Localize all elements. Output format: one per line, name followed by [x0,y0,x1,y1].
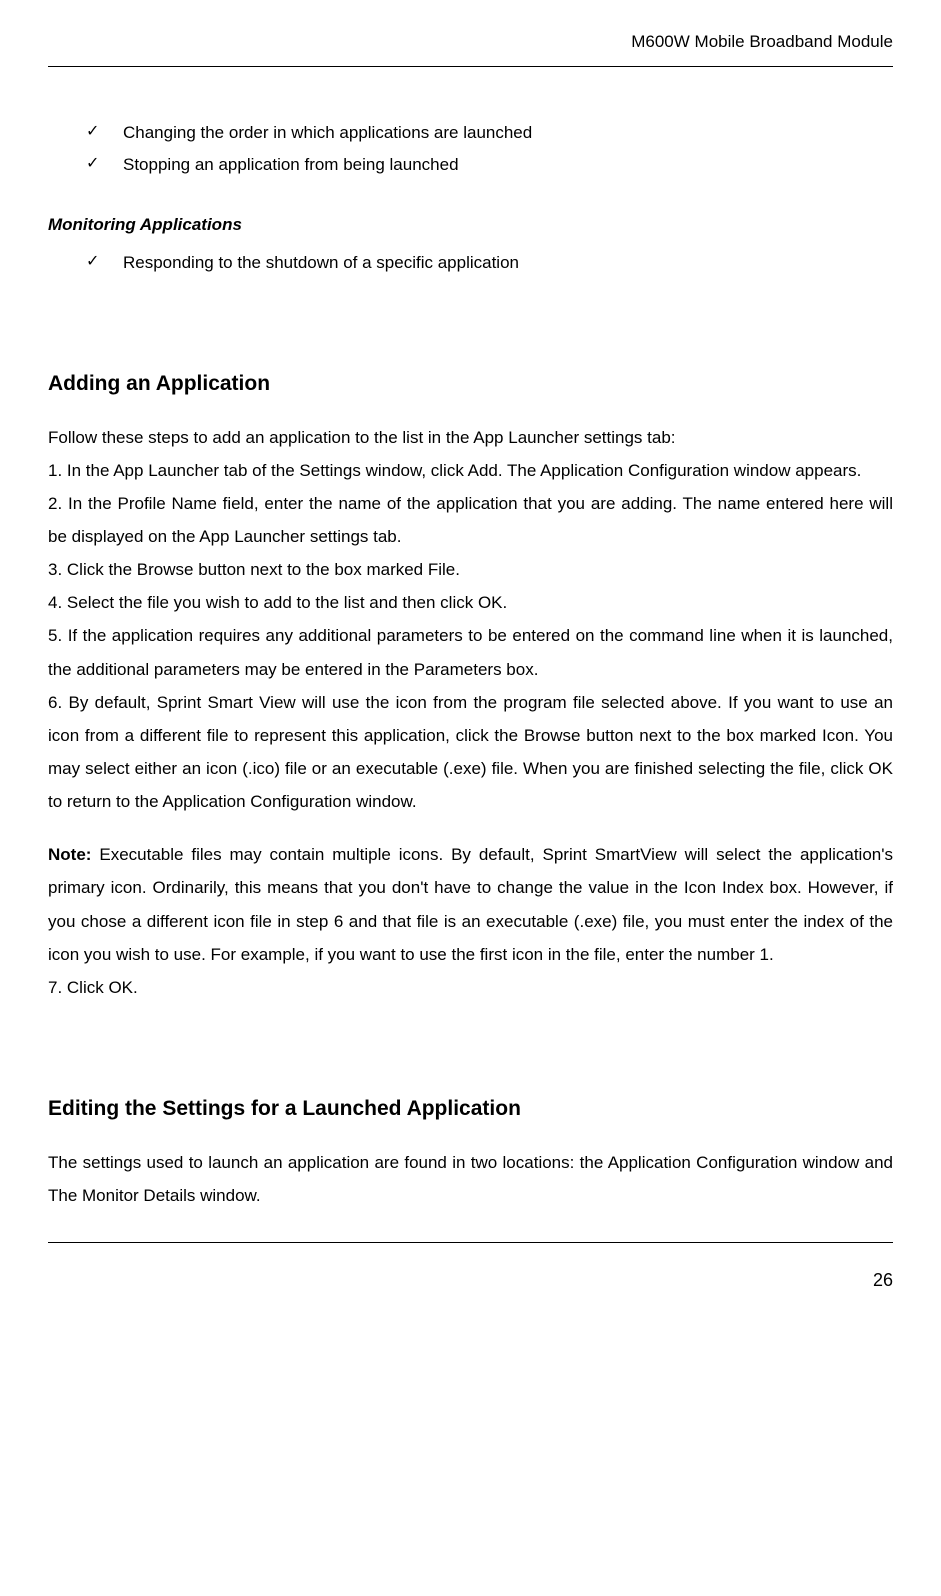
adding-heading: Adding an Application [48,364,893,405]
note-label: Note: [48,845,91,864]
adding-intro: Follow these steps to add an application… [48,421,893,454]
note-text: Executable files may contain multiple ic… [48,845,893,963]
step-2: 2. In the Profile Name field, enter the … [48,487,893,553]
page-header: M600W Mobile Broadband Module [48,25,893,67]
step-7: 7. Click OK. [48,971,893,1004]
monitoring-bullet-list: Responding to the shutdown of a specific… [48,247,893,278]
top-bullet-list: Changing the order in which applications… [48,117,893,180]
header-title: M600W Mobile Broadband Module [631,32,893,51]
list-item: Responding to the shutdown of a specific… [48,247,893,278]
monitoring-heading: Monitoring Applications [48,208,893,241]
step-1: 1. In the App Launcher tab of the Settin… [48,454,893,487]
page-footer: 26 [48,1242,893,1298]
step-3: 3. Click the Browse button next to the b… [48,553,893,586]
step-5: 5. If the application requires any addit… [48,619,893,685]
list-item: Changing the order in which applications… [48,117,893,148]
note-paragraph: Note: Executable files may contain multi… [48,838,893,971]
editing-text: The settings used to launch an applicati… [48,1146,893,1212]
step-4: 4. Select the file you wish to add to th… [48,586,893,619]
editing-heading: Editing the Settings for a Launched Appl… [48,1089,893,1130]
list-item: Stopping an application from being launc… [48,149,893,180]
page-number: 26 [873,1270,893,1290]
step-6: 6. By default, Sprint Smart View will us… [48,686,893,819]
